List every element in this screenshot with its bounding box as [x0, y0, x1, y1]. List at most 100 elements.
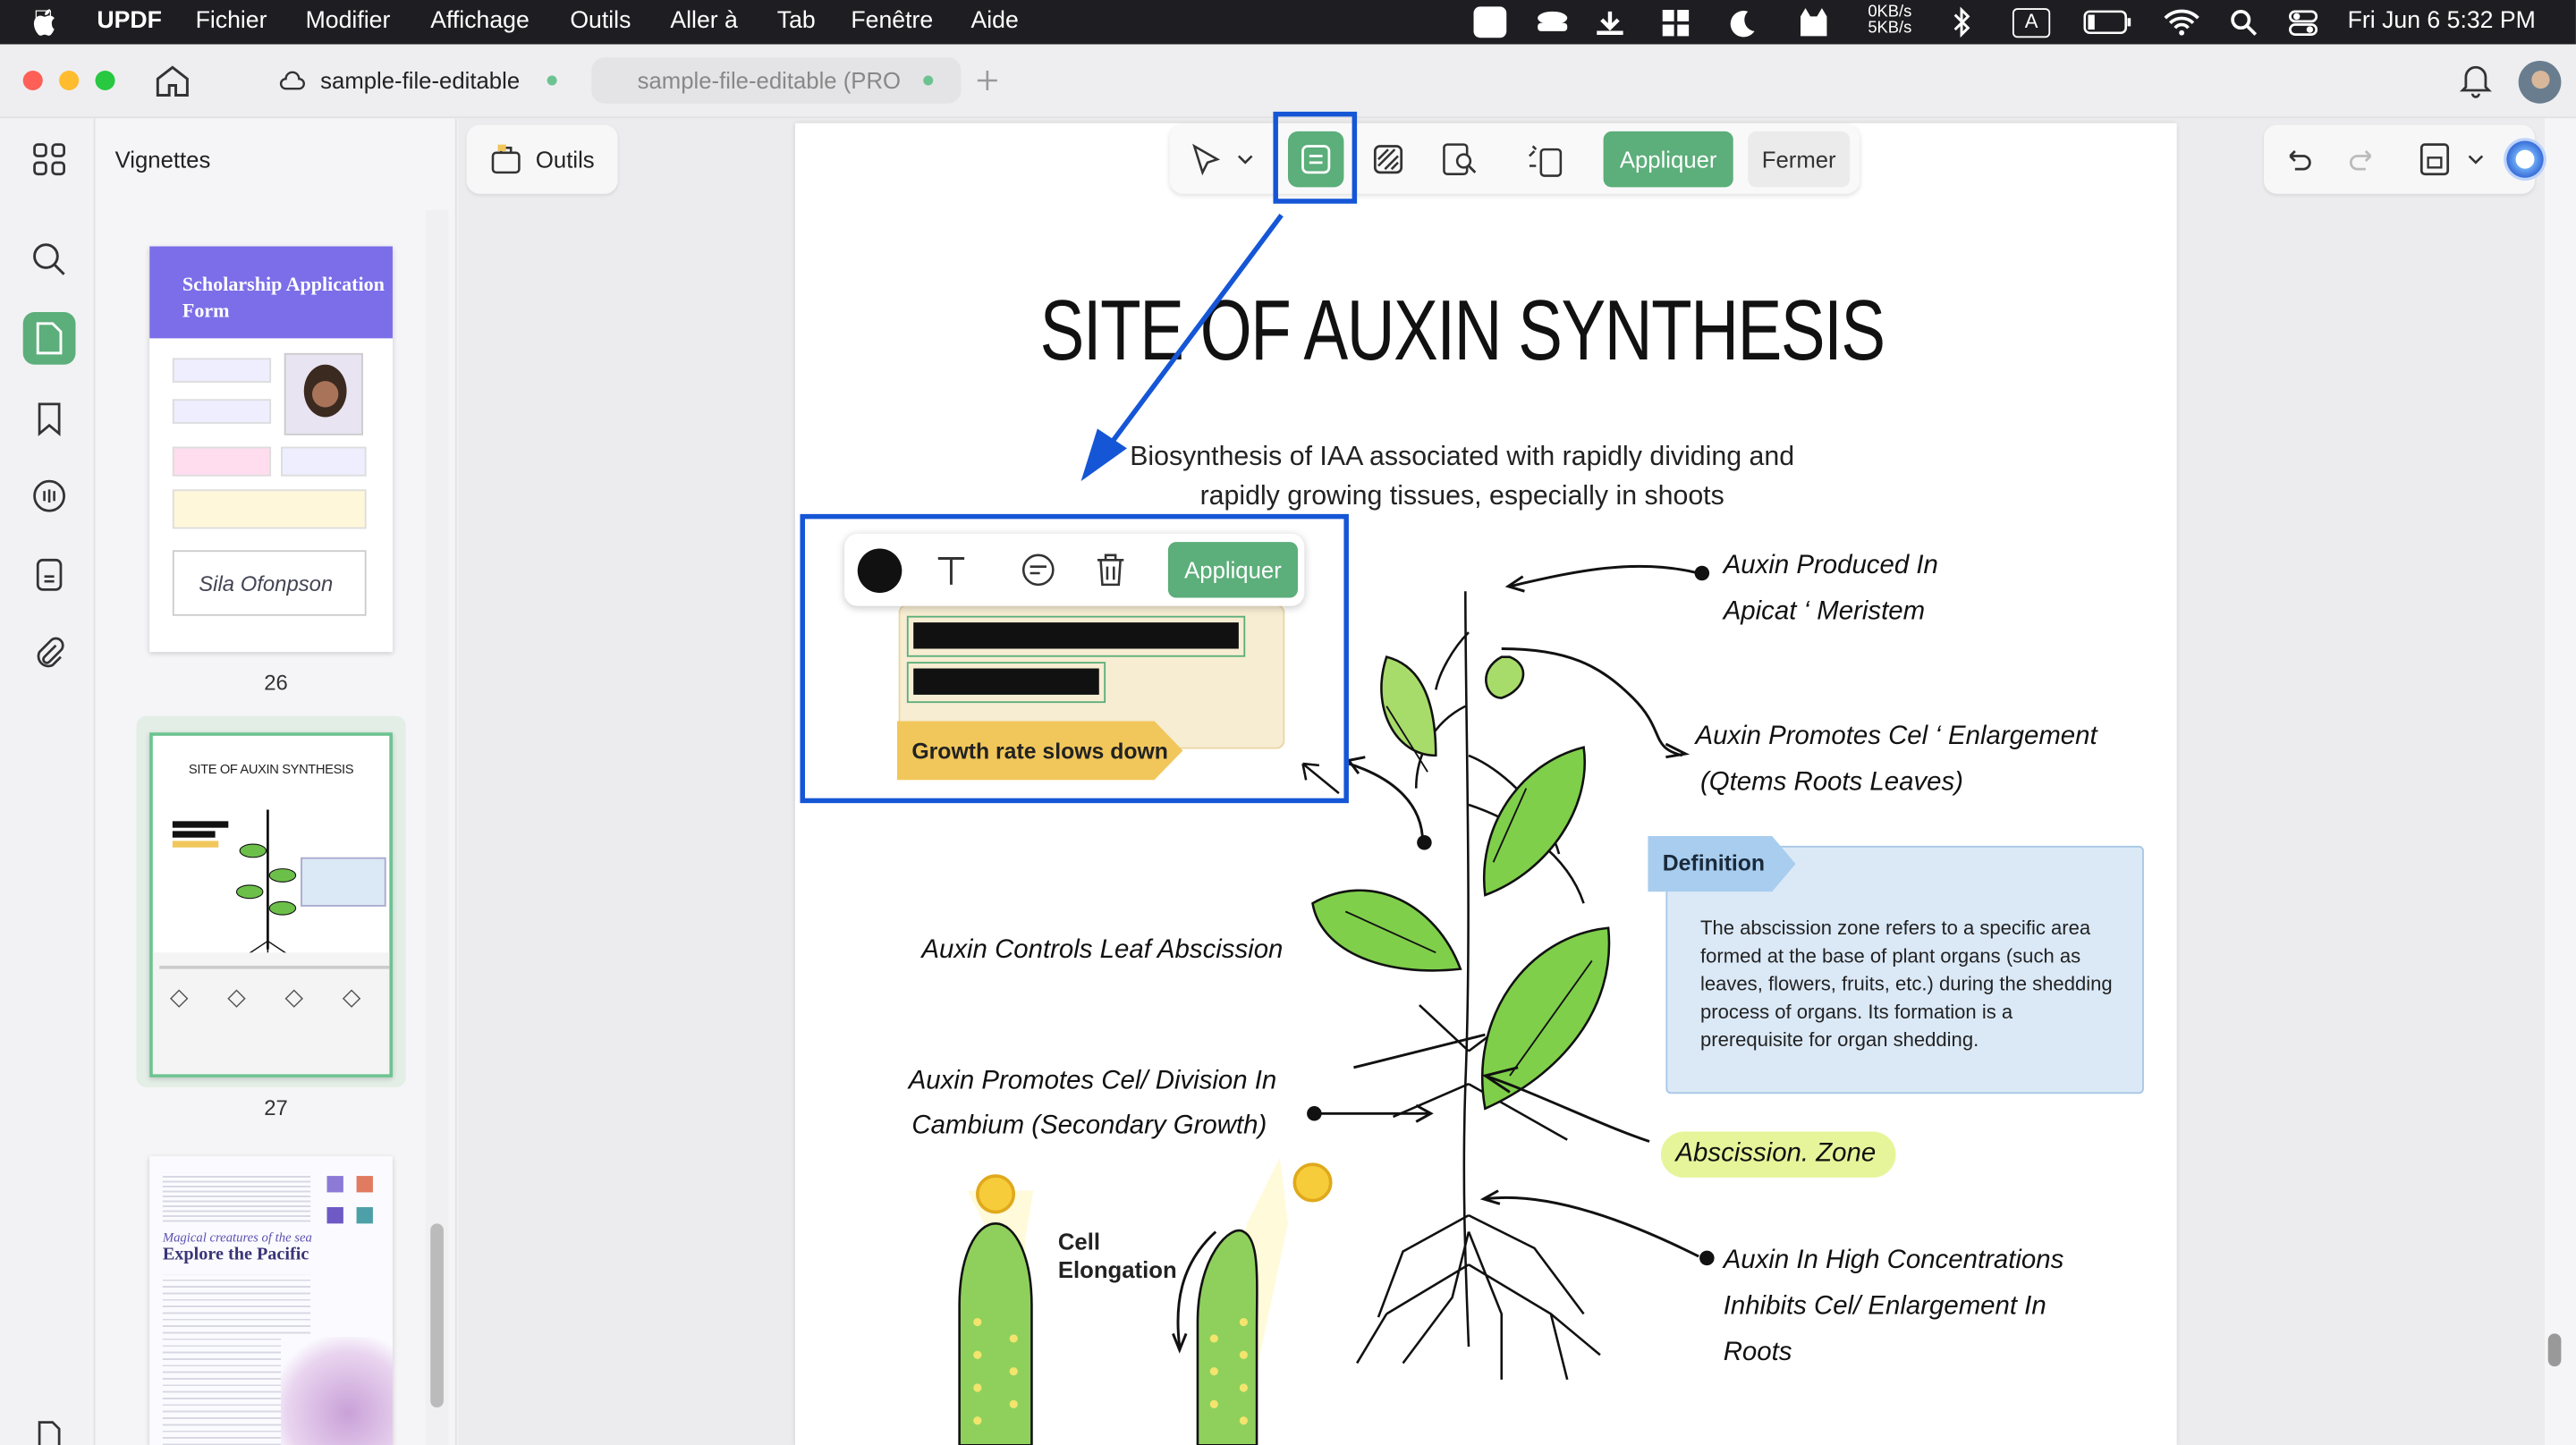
thumb-icons: [320, 1172, 383, 1288]
search-redact-icon[interactable]: [1441, 141, 1480, 177]
toolbox-icon: [491, 144, 521, 174]
chevron-down-icon[interactable]: [1237, 153, 1253, 166]
home-icon[interactable]: [155, 64, 191, 97]
app-menu[interactable]: UPDF: [97, 8, 162, 34]
attachment-icon[interactable]: [23, 628, 76, 680]
canvas-scroll-track[interactable]: [2545, 118, 2576, 1445]
menu-aller[interactable]: Aller à: [670, 8, 738, 34]
thumbnail-page-28[interactable]: Magical creatures of the sea Explore the…: [149, 1156, 393, 1445]
control-center-icon[interactable]: [2288, 8, 2318, 36]
moon-icon[interactable]: [1728, 8, 1758, 38]
select-arrow-icon[interactable]: [1190, 143, 1223, 176]
zone-tag-label[interactable]: Abscission. Zone: [1675, 1140, 1876, 1170]
thumb-field: [281, 446, 367, 477]
bookmark-icon[interactable]: [23, 393, 76, 445]
label-high-3[interactable]: Roots: [1724, 1339, 1792, 1368]
menu-fichier[interactable]: Fichier: [196, 8, 267, 34]
page-number: 27: [264, 1095, 288, 1120]
pages-icon[interactable]: [23, 548, 76, 601]
undo-icon[interactable]: [2282, 143, 2315, 176]
app-status-icon[interactable]: [1473, 6, 1507, 38]
thumb-field: [172, 489, 367, 529]
resize-arrow-icon: [1301, 762, 1340, 795]
sanitize-icon[interactable]: [1526, 139, 1565, 179]
tools-label: Outils: [535, 146, 595, 173]
label-produced-2[interactable]: Apicat ‘ Meristem: [1724, 598, 1925, 628]
thumb-signature: Sila Ofonpson: [172, 550, 367, 616]
minimize-window-button[interactable]: [59, 70, 80, 91]
label-enlarge-1[interactable]: Auxin Promotes Cel ‘ Enlargement: [1695, 722, 2097, 752]
highlight-box-selection: [800, 513, 1349, 804]
battery-icon[interactable]: [2083, 10, 2132, 35]
redact-page-icon[interactable]: [1370, 141, 1406, 177]
bluetooth-icon[interactable]: [1950, 6, 1973, 38]
tab-active[interactable]: sample-file-editable: [279, 57, 583, 103]
label-division-1[interactable]: Auxin Promotes Cel/ Division In: [909, 1068, 1277, 1097]
avatar[interactable]: [2518, 60, 2562, 104]
layers-icon[interactable]: [23, 1409, 76, 1445]
thumb-title: SITE OF AUXIN SYNTHESIS: [188, 762, 354, 777]
search-icon[interactable]: [23, 233, 76, 286]
thumb-tag: [172, 841, 219, 848]
thumb-subtitle: Magical creatures of the sea: [162, 1230, 312, 1246]
label-leaf-abscission[interactable]: Auxin Controls Leaf Abscission: [921, 936, 1283, 966]
redo-icon[interactable]: [2346, 143, 2379, 176]
save-icon[interactable]: [2419, 141, 2452, 177]
tools-button[interactable]: Outils: [466, 124, 618, 194]
highlight-box-toolbar: [1273, 111, 1358, 204]
tab-inactive[interactable]: sample-file-editable (PRO: [591, 57, 962, 104]
tab-label: sample-file-editable (PRO: [637, 67, 901, 94]
thumb-photo: [284, 352, 363, 435]
tutorial-arrow: [1080, 213, 1284, 482]
canvas-scrollbar[interactable]: [2547, 1333, 2562, 1367]
thumb-title: Scholarship Application Form: [149, 246, 393, 339]
close-button[interactable]: Fermer: [1748, 131, 1851, 188]
label-produced-1[interactable]: Auxin Produced In: [1724, 552, 1938, 581]
apply-button[interactable]: Appliquer: [1603, 131, 1733, 188]
thumb-rule: [159, 965, 390, 969]
thumb-title: Explore the Pacific: [162, 1245, 309, 1265]
grid-app-icon[interactable]: [1661, 8, 1690, 38]
label-enlarge-2[interactable]: (Qtems Roots Leaves): [1700, 769, 1963, 799]
cloud-icon: [279, 71, 305, 90]
apple-logo-icon[interactable]: [31, 6, 61, 38]
comment-icon[interactable]: [23, 469, 76, 522]
download-icon[interactable]: [1592, 8, 1628, 38]
thumb-field: [172, 446, 272, 477]
close-window-button[interactable]: [22, 70, 43, 91]
label-high-1[interactable]: Auxin In High Concentrations: [1724, 1246, 2064, 1276]
thumbnails-icon[interactable]: [22, 311, 76, 365]
thumbnail-page-26[interactable]: Scholarship Application Form Sila Ofonps…: [149, 246, 393, 653]
menu-fenetre[interactable]: Fenêtre: [851, 8, 933, 34]
label-high-2[interactable]: Inhibits Cel/ Enlargement In: [1724, 1292, 2046, 1322]
menu-tab[interactable]: Tab: [777, 8, 816, 34]
chevron-down-icon[interactable]: [2468, 153, 2484, 166]
drive-icon[interactable]: [1534, 8, 1570, 38]
net-down: 5KB/s: [1868, 20, 1912, 38]
spotlight-search-icon[interactable]: [2229, 8, 2258, 36]
wifi-icon[interactable]: [2164, 8, 2199, 36]
thumbnail-page-27[interactable]: SITE OF AUXIN SYNTHESIS: [149, 732, 393, 1077]
bell-icon[interactable]: [2459, 63, 2493, 98]
clock[interactable]: Fri Jun 6 5:32 PM: [2348, 8, 2536, 34]
thumb-molecules: [169, 989, 361, 1008]
page-number: 26: [264, 670, 288, 695]
menu-aide[interactable]: Aide: [970, 8, 1018, 34]
label-division-2[interactable]: Cambium (Secondary Growth): [911, 1111, 1267, 1141]
zoom-window-button[interactable]: [95, 70, 115, 91]
grid-view-icon[interactable]: [23, 133, 76, 186]
thumb-coral: [281, 1337, 393, 1445]
definition-text[interactable]: The abscission zone refers to a specific…: [1700, 915, 2114, 1054]
thumb-definition: [301, 857, 386, 907]
cat-icon[interactable]: [1797, 6, 1830, 38]
panel-scrollbar[interactable]: [430, 1223, 444, 1408]
ai-assistant-icon[interactable]: [2504, 138, 2546, 182]
menu-modifier[interactable]: Modifier: [306, 8, 391, 34]
definition-tag-label[interactable]: Definition: [1663, 850, 1765, 875]
menu-affichage[interactable]: Affichage: [430, 8, 530, 34]
new-tab-icon[interactable]: [976, 69, 999, 92]
tab-saved-dot: [923, 75, 934, 86]
input-source-icon[interactable]: A: [2012, 8, 2051, 38]
thumb-text: [162, 1172, 311, 1222]
menu-outils[interactable]: Outils: [570, 8, 631, 34]
